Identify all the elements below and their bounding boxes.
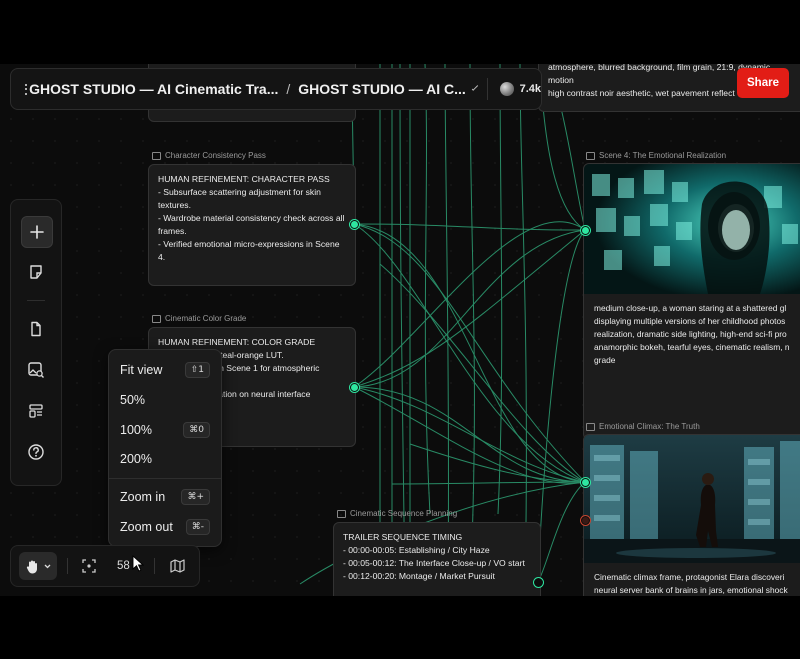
map-icon [169, 559, 185, 573]
node-type-icon [152, 151, 161, 160]
menu-item-label: 200% [120, 452, 152, 466]
menu-item-label: Fit view [120, 363, 163, 377]
shortcut-badge: ⌘- [185, 519, 210, 535]
toolbar-divider [27, 300, 45, 301]
character-node-text: HUMAN REFINEMENT: CHARACTER PASS - Subsu… [158, 174, 345, 262]
top-bar: GHOST STUDIO — AI Cinematic Tra... / GHO… [10, 68, 542, 110]
sequence-node-card[interactable]: TRAILER SEQUENCE TIMING - 00:00-00:05: E… [333, 522, 541, 596]
plus-icon [30, 225, 44, 239]
menu-divider [109, 478, 221, 479]
menu-item-zoom-out[interactable]: Zoom out ⌘- [120, 516, 210, 538]
chevron-down-icon[interactable] [471, 83, 478, 91]
view-counter[interactable]: 7.4k [499, 82, 541, 96]
scene4-node-label: Scene 4: The Emotional Realization [586, 151, 726, 160]
character-node-label: Character Consistency Pass [152, 151, 266, 160]
zoom-value: 58 [117, 560, 130, 572]
sequence-node-label: Cinematic Sequence Planning [337, 509, 457, 518]
divider [154, 558, 155, 574]
image-node-icon [586, 422, 595, 431]
menu-item-label: 100% [120, 423, 152, 437]
menu-item-label: Zoom out [120, 520, 173, 534]
help-button[interactable] [21, 437, 51, 467]
shortcut-badge: ⌘+ [181, 489, 210, 505]
shortcut-badge: ⌘0 [183, 422, 210, 438]
sequence-node-text: TRAILER SEQUENCE TIMING - 00:00-00:05: E… [343, 532, 525, 581]
breadcrumb-board[interactable]: GHOST STUDIO — AI C... [298, 81, 466, 97]
character-node-title: Character Consistency Pass [165, 151, 266, 160]
chevron-down-icon [44, 564, 50, 568]
climax-node-title: Emotional Climax: The Truth [599, 422, 700, 431]
menu-item-zoom-in[interactable]: Zoom in ⌘+ [120, 486, 210, 508]
divider [67, 558, 68, 574]
climax-node-label: Emotional Climax: The Truth [586, 422, 700, 431]
minimap-button[interactable] [165, 546, 189, 586]
mouse-cursor-icon [132, 555, 144, 572]
sequence-node-title: Cinematic Sequence Planning [350, 509, 458, 518]
breadcrumb-separator: / [286, 81, 291, 97]
scene4-node-title: Scene 4: The Emotional Realization [599, 151, 727, 160]
color-node-title: Cinematic Color Grade [165, 314, 247, 323]
scene4-node-card[interactable]: medium close-up, a woman staring at a sh… [583, 163, 800, 440]
scene4-input-port[interactable] [581, 226, 590, 235]
character-node-card[interactable]: HUMAN REFINEMENT: CHARACTER PASS - Subsu… [148, 164, 356, 286]
image-node-icon [586, 151, 595, 160]
scene4-prompt-text: medium close-up, a woman staring at a sh… [594, 303, 790, 365]
share-button[interactable]: Share [737, 68, 789, 98]
climax-output-port[interactable] [581, 516, 590, 525]
climax-image [584, 435, 800, 563]
fit-screen-button[interactable] [77, 546, 101, 586]
climax-input-port[interactable] [581, 478, 590, 487]
hand-tool-icon [26, 560, 37, 573]
globe-icon [499, 82, 514, 96]
menu-item-50[interactable]: 50% [120, 389, 210, 411]
image-search-button[interactable] [21, 355, 51, 385]
menu-item-label: 50% [120, 393, 146, 407]
hand-tool-button[interactable] [19, 546, 57, 586]
character-output-port[interactable] [350, 220, 359, 229]
zoom-level[interactable]: 58 [111, 546, 145, 586]
fit-screen-icon [82, 559, 96, 573]
node-type-icon [337, 509, 346, 518]
breadcrumb-project[interactable]: GHOST STUDIO — AI Cinematic Tra... [29, 81, 278, 97]
layout-icon [29, 404, 43, 418]
menu-item-label: Zoom in [120, 490, 166, 504]
shortcut-badge: ⇧1 [184, 362, 210, 378]
node-type-icon [152, 314, 161, 323]
image-search-icon [28, 362, 44, 378]
layout-button[interactable] [21, 396, 51, 426]
menu-item-200[interactable]: 200% [120, 448, 210, 470]
color-output-port[interactable] [350, 383, 359, 392]
add-node-button[interactable] [21, 216, 53, 248]
zoom-menu: Fit view ⇧1 50% 100% ⌘0 200% Zoom in ⌘+ … [108, 349, 222, 547]
scene4-image [584, 164, 800, 294]
left-toolbar [10, 199, 62, 486]
sequence-input-port[interactable] [534, 578, 543, 587]
document-button[interactable] [21, 314, 51, 344]
help-icon [28, 444, 44, 460]
climax-node-card[interactable]: Cinematic climax frame, protagonist Elar… [583, 434, 800, 596]
document-icon [31, 321, 41, 337]
menu-item-fit-view[interactable]: Fit view ⇧1 [120, 359, 210, 381]
sticky-note-button[interactable] [21, 257, 51, 287]
climax-prompt-text: Cinematic climax frame, protagonist Elar… [594, 572, 788, 595]
bottom-toolbar: 58 [10, 545, 200, 587]
menu-item-100[interactable]: 100% ⌘0 [120, 419, 210, 441]
sticky-note-icon [30, 265, 42, 279]
view-count: 7.4k [519, 83, 541, 95]
hamburger-icon[interactable] [25, 83, 27, 95]
color-node-label: Cinematic Color Grade [152, 314, 246, 323]
